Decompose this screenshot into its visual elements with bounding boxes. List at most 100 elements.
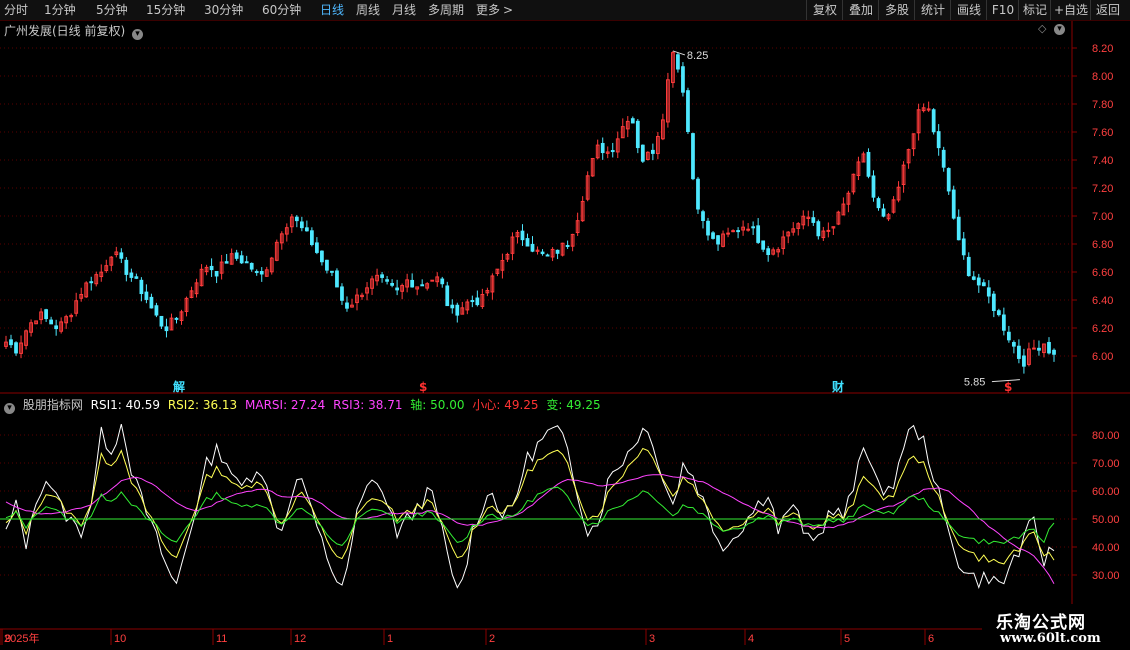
candle-body-down [951,189,956,219]
diamond-icon[interactable]: ◇ [1038,22,1046,35]
back-button[interactable]: 返回 [1090,0,1125,20]
candle-body-down [470,300,475,303]
candle-body-down [89,281,94,284]
period-tab-60min[interactable]: 60分钟 [262,0,301,20]
watermark-title: 乐淘公式网 [996,613,1086,633]
price-tick-label: 7.60 [1092,127,1113,139]
candle-body-down [239,255,244,264]
candle-body-down [315,242,319,253]
rsi3-value: RSI3: 38.71 [333,398,403,412]
candle-body-down [450,304,455,309]
overlay-button[interactable]: 叠加 [842,0,879,20]
period-tab-multi[interactable]: 多周期 [428,0,464,20]
indicator-dropdown-icon[interactable]: ▾ [4,403,15,414]
watermark: 乐淘公式网 www.60lt.com [982,604,1130,650]
candle-body-down [545,254,550,257]
event-marker: $ [419,380,427,394]
candle-body-down [445,285,450,307]
candle-body-down [209,265,214,271]
candle-body-down [294,216,299,222]
period-tab-30min[interactable]: 30分钟 [204,0,243,20]
candle-body-down [254,271,259,274]
candle-body-down [390,283,394,286]
price-tick-label: 6.20 [1092,323,1113,335]
adjust-button[interactable]: 复权 [806,0,843,20]
candle-body-down [866,151,871,177]
draw-button[interactable]: 画线 [950,0,987,20]
time-tick-label: 5 [844,633,850,645]
candle-body-down [1052,349,1056,355]
candle-body-down [691,133,695,180]
candle-body-down [681,66,685,93]
watermark-url: www.60lt.com [1000,631,1101,646]
rsi1-value: RSI1: 40.59 [90,398,161,412]
period-tab-weekly[interactable]: 周线 [356,0,380,20]
period-tab-5min[interactable]: 5分钟 [96,0,128,20]
candle-body-down [164,326,169,332]
candle-body-down [881,208,886,217]
candle-body-up [731,230,735,233]
candle-body-down [149,296,154,309]
price-tick-label: 7.40 [1092,155,1113,167]
price-tick-label: 6.00 [1092,351,1113,363]
candle-body-down [420,284,425,287]
time-tick-label: 2 [489,633,495,645]
mark-button[interactable]: 标记 [1018,0,1051,20]
price-tick-label: 6.40 [1092,295,1113,307]
time-tick-label: 4 [748,633,754,645]
candle-body-down [335,270,339,288]
period-tab-1min[interactable]: 1分钟 [44,0,76,20]
multi-stock-button[interactable]: 多股 [878,0,915,20]
candle-body-down [520,230,525,241]
candle-body-down [966,256,971,277]
stock-title: 广州发展(日线 前复权) [4,24,126,38]
candle-body-down [119,252,124,259]
candle-body-down [716,235,720,245]
candle-body-up [826,229,831,232]
candle-body-down [996,310,1001,316]
f10-button[interactable]: F10 [986,0,1019,20]
indicator-name: 股朋指标网 [22,398,83,412]
candle-body-down [1037,347,1041,351]
candle-body-down [380,274,384,278]
candle-body-down [395,287,399,291]
add-watchlist-button[interactable]: +自选 [1050,0,1091,20]
stats-button[interactable]: 统计 [914,0,951,20]
candle-body-up [726,232,730,235]
candle-body-down [956,216,961,241]
period-tab-daily[interactable]: 日线 [320,0,344,20]
candle-body-down [696,178,700,210]
marsi-value: MARSI: 27.24 [245,398,326,412]
candle-body-down [475,297,480,306]
candle-body-down [1006,331,1011,341]
price-tick-label: 7.80 [1092,99,1113,111]
event-marker: 解 [173,379,185,394]
price-tick-label: 7.00 [1092,211,1113,223]
candle-body-down [555,249,560,254]
candle-body-down [345,302,349,309]
rsi1-line [5,423,1055,590]
candle-body-down [1001,314,1006,331]
options-dropdown-icon[interactable]: ▾ [1054,24,1065,35]
candle-body-down [44,309,48,320]
more-chevron-icon[interactable]: > [503,0,513,20]
chart-axes: 8.20 8.00 7.80 7.60 7.40 7.20 7.00 6.80 6.60 6.40… [0,21,1130,645]
chart-canvas[interactable]: 8.20 8.00 7.80 7.60 7.40 7.20 7.00 6.80 6.60 6.40… [0,21,1130,650]
period-tab-more[interactable]: 更多 [476,0,500,20]
candle-body-down [635,120,640,149]
period-tab-fenshi[interactable]: 分时 [4,0,28,20]
candle-body-down [766,248,771,256]
change-value: 变: 49.25 [546,398,601,412]
candle-body-down [871,175,876,198]
period-tab-15min[interactable]: 15分钟 [146,0,185,20]
candle-body-down [330,270,334,273]
candle-body-down [1047,341,1051,354]
period-tab-monthly[interactable]: 月线 [392,0,416,20]
candle-body-down [931,109,936,133]
candle-body-down [340,286,344,301]
title-dropdown-icon[interactable]: ▾ [132,29,144,40]
candle-body-down [139,279,144,295]
candle-body-down [234,252,239,259]
event-marker: $ [1004,380,1012,394]
candle-body-down [124,259,129,275]
